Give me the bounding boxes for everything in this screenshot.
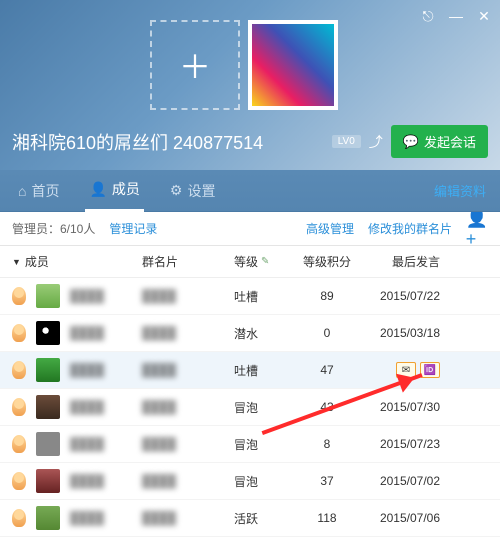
window-controls: ⎋ — ✕ xyxy=(420,8,492,25)
member-last: 2015/07/30 xyxy=(358,400,440,414)
minimize-icon[interactable]: — xyxy=(448,8,464,25)
start-chat-label: 发起会话 xyxy=(424,132,476,151)
member-name: ████ xyxy=(70,437,104,451)
member-name: ████ xyxy=(70,511,104,525)
member-level: 活跃 xyxy=(234,510,296,527)
member-level: 吐槽 xyxy=(234,362,296,379)
member-level: 潜水 xyxy=(234,325,296,342)
tab-home-label: 首页 xyxy=(31,181,59,201)
member-name: ████ xyxy=(70,474,104,488)
edit-level-icon: ✎ xyxy=(261,256,269,267)
member-last: 2015/07/22 xyxy=(358,289,440,303)
member-avatar xyxy=(36,358,60,382)
tab-bar: ⌂ 首页 👤 成员 ⚙ 设置 编辑资料 xyxy=(0,170,500,212)
table-row[interactable]: ████ ████ 潜水02015/03/18 xyxy=(0,315,500,352)
tab-members-label: 成员 xyxy=(112,179,140,199)
member-avatar xyxy=(36,321,60,345)
card-icon[interactable]: 🆔 xyxy=(420,362,440,378)
member-card: ████ xyxy=(142,363,176,377)
member-avatar xyxy=(36,432,60,456)
member-level: 吐槽 xyxy=(234,288,296,305)
member-card: ████ xyxy=(142,289,176,303)
edit-profile-link[interactable]: 编辑资料 xyxy=(434,181,486,200)
close-icon[interactable]: ✕ xyxy=(476,8,492,25)
table-row[interactable]: ████ ████ 活跃1182015/07/06 xyxy=(0,500,500,537)
member-last: 2015/07/06 xyxy=(358,511,440,525)
member-name: ████ xyxy=(70,289,104,303)
member-points: 89 xyxy=(296,289,358,303)
avatar-icon xyxy=(12,287,26,305)
member-last: ✉🆔 xyxy=(358,362,440,378)
member-points: 8 xyxy=(296,437,358,451)
avatar-icon xyxy=(12,324,26,342)
table-row[interactable]: ████ ████ 冒泡372015/07/02 xyxy=(0,463,500,500)
advanced-manage-link[interactable]: 高级管理 xyxy=(306,220,354,237)
col-member[interactable]: ▼成员 xyxy=(12,253,142,270)
member-points: 0 xyxy=(296,326,358,340)
member-card: ████ xyxy=(142,437,176,451)
member-name: ████ xyxy=(70,363,104,377)
member-last: 2015/07/23 xyxy=(358,437,440,451)
member-last: 2015/03/18 xyxy=(358,326,440,340)
col-card[interactable]: 群名片 xyxy=(142,253,234,270)
share-icon[interactable]: ⤴ xyxy=(369,132,383,152)
home-icon: ⌂ xyxy=(18,183,26,199)
tab-settings-label: 设置 xyxy=(187,181,215,201)
title-bar: 湘科院610的屌丝们 240877514 LV0 ⤴ 💬 发起会话 xyxy=(12,125,488,158)
add-picture-button[interactable]: ＋ xyxy=(150,20,240,110)
tab-members[interactable]: 👤 成员 xyxy=(85,169,143,212)
member-avatar xyxy=(36,395,60,419)
chat-icon: 💬 xyxy=(403,134,419,150)
avatar-icon xyxy=(12,472,26,490)
table-row[interactable]: ████████吐槽47✉🆔 xyxy=(0,352,500,389)
edit-my-card-link[interactable]: 修改我的群名片 xyxy=(368,220,452,237)
pin-icon[interactable]: ⎋ xyxy=(420,8,436,25)
member-avatar xyxy=(36,284,60,308)
member-points: 43 xyxy=(296,400,358,414)
col-last[interactable]: 最后发言 xyxy=(358,253,440,270)
manage-log-link[interactable]: 管理记录 xyxy=(109,220,157,237)
settings-icon: ⚙ xyxy=(170,182,183,199)
table-row[interactable]: ████ ████ 吐槽892015/07/22 xyxy=(0,278,500,315)
member-last: 2015/07/02 xyxy=(358,474,440,488)
table-row[interactable]: ████ ████ 冒泡82015/07/23 xyxy=(0,426,500,463)
member-card: ████ xyxy=(142,400,176,414)
member-level: 冒泡 xyxy=(234,473,296,490)
member-points: 47 xyxy=(296,363,358,377)
sub-bar: 管理员：6/10人 管理记录 高级管理 修改我的群名片 👤+ xyxy=(0,212,500,246)
avatar-icon xyxy=(12,509,26,527)
avatar-icon xyxy=(12,398,26,416)
level-badge: LV0 xyxy=(332,135,361,148)
member-card: ████ xyxy=(142,511,176,525)
admin-count: 管理员：6/10人 xyxy=(12,220,95,237)
avatar-icon xyxy=(12,361,26,379)
tab-home[interactable]: ⌂ 首页 xyxy=(14,171,63,211)
start-chat-button[interactable]: 💬 发起会话 xyxy=(391,125,488,158)
add-user-icon[interactable]: 👤+ xyxy=(466,218,488,240)
col-points[interactable]: 等级积分 xyxy=(296,253,358,270)
members-icon: 👤 xyxy=(89,181,106,198)
tab-settings[interactable]: ⚙ 设置 xyxy=(166,171,220,211)
header-banner: ⎋ — ✕ ＋ 湘科院610的屌丝们 240877514 LV0 ⤴ 💬 发起会… xyxy=(0,0,500,170)
member-name: ████ xyxy=(70,326,104,340)
group-picture[interactable] xyxy=(248,20,338,110)
member-rows: ████████吐槽892015/07/22████████潜水02015/03… xyxy=(0,278,500,538)
member-card: ████ xyxy=(142,474,176,488)
member-level: 冒泡 xyxy=(234,436,296,453)
col-level[interactable]: 等级✎ xyxy=(234,253,296,270)
member-card: ████ xyxy=(142,326,176,340)
table-row[interactable]: ████ ████ 冒泡432015/07/30 xyxy=(0,389,500,426)
member-points: 118 xyxy=(296,511,358,525)
member-points: 37 xyxy=(296,474,358,488)
table-header: ▼成员 群名片 等级✎ 等级积分 最后发言 xyxy=(0,246,500,278)
group-title: 湘科院610的屌丝们 240877514 xyxy=(12,129,324,155)
message-icon[interactable]: ✉ xyxy=(396,362,416,378)
member-name: ████ xyxy=(70,400,104,414)
member-avatar xyxy=(36,469,60,493)
avatar-icon xyxy=(12,435,26,453)
member-level: 冒泡 xyxy=(234,399,296,416)
member-avatar xyxy=(36,506,60,530)
